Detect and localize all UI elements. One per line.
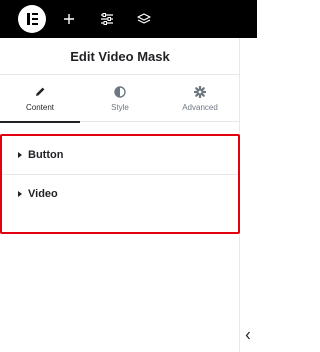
section-video[interactable]: Video (2, 175, 238, 213)
section-video-label: Video (28, 188, 58, 200)
tab-content[interactable]: Content (0, 76, 80, 123)
tab-content-label: Content (25, 103, 55, 112)
elementor-logo-icon[interactable] (18, 5, 46, 33)
structure-button[interactable] (134, 9, 154, 29)
content-sections: Button Video (0, 134, 240, 234)
tab-advanced[interactable]: Advanced (160, 76, 240, 122)
caret-right-icon (18, 152, 22, 158)
pencil-icon (34, 85, 46, 98)
panel-tabs: Content Style Advanced (0, 76, 240, 123)
tab-advanced-label: Advanced (182, 103, 218, 112)
half-circle-icon (114, 85, 126, 98)
panel-title: Edit Video Mask (0, 38, 240, 75)
section-button[interactable]: Button (2, 136, 238, 174)
gear-icon (194, 85, 206, 98)
editor-panel: Edit Video Mask Content Style Advanced B… (0, 38, 240, 352)
top-bar (0, 0, 257, 38)
plus-icon (64, 14, 74, 24)
section-button-label: Button (28, 149, 64, 161)
tab-style[interactable]: Style (80, 76, 160, 122)
caret-right-icon (18, 191, 22, 197)
layers-icon (137, 12, 151, 24)
sliders-icon (101, 13, 113, 25)
tab-style-label: Style (111, 103, 129, 112)
chevron-left-icon (245, 331, 250, 339)
add-element-button[interactable] (59, 9, 79, 29)
collapse-panel-button[interactable] (241, 325, 255, 345)
site-settings-button[interactable] (97, 9, 117, 29)
